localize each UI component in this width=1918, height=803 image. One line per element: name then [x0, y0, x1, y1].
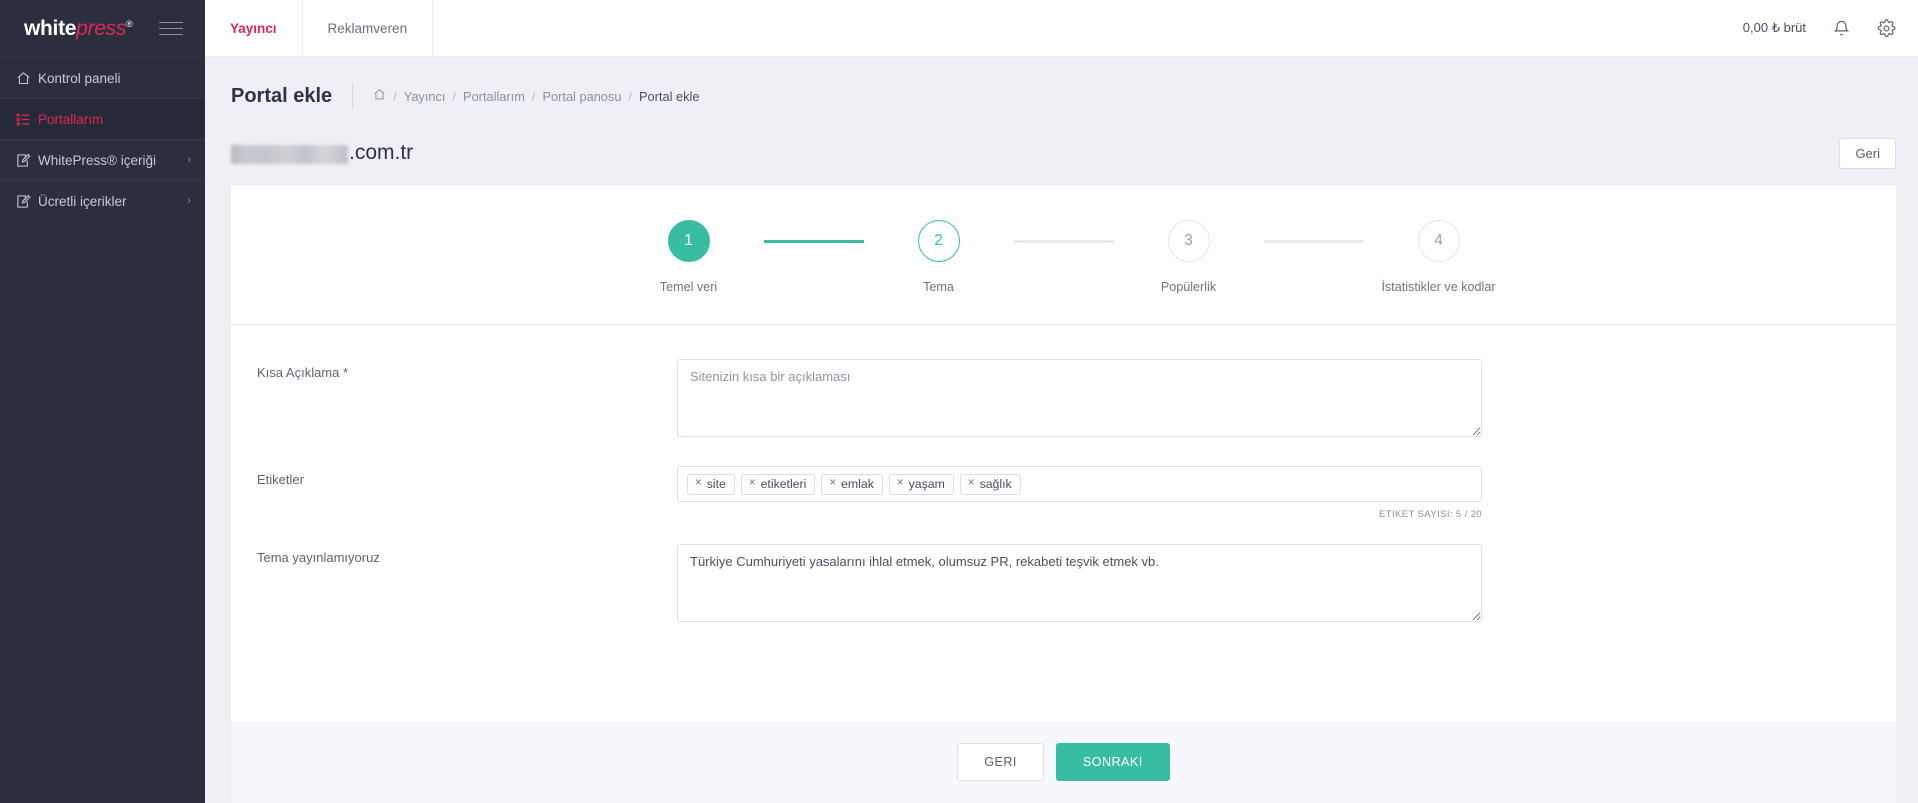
header-divider: [352, 83, 354, 109]
breadcrumb-separator: /: [393, 88, 397, 104]
tag-chip[interactable]: × site: [687, 473, 735, 495]
step-4-istatistikler-ve-kodlar[interactable]: 4 İstatistikler ve kodlar: [1364, 220, 1514, 294]
site-bar: .com.tr Geri: [205, 127, 1918, 173]
step-number: 2: [917, 220, 960, 262]
breadcrumb-separator: /: [628, 88, 632, 104]
step-2-tema[interactable]: 2 Tema: [864, 220, 1014, 294]
balance-amount: 0,00 ₺ brüt: [1742, 20, 1806, 35]
not-publishing-textarea[interactable]: Türkiye Cumhuriyeti yasalarını ihlal etm…: [677, 544, 1482, 622]
main-area: Yayıncı Reklamveren 0,00 ₺ brüt Portal e…: [205, 0, 1918, 803]
top-tab-label: Yayıncı: [230, 20, 277, 36]
wizard-form: Kısa Açıklama * Etiketler × site ×: [231, 325, 1896, 722]
sidebar-item-kontrol-paneli[interactable]: Kontrol paneli: [0, 57, 205, 98]
not-publishing-label: Tema yayınlamıyoruz: [257, 550, 380, 565]
field-row-not-publishing: Tema yayınlamıyoruz Türkiye Cumhuriyeti …: [231, 544, 1896, 627]
sidebar-item-label: Portallarım: [38, 111, 104, 127]
remove-tag-icon[interactable]: ×: [968, 477, 975, 490]
tag-chip[interactable]: × etiketleri: [740, 473, 816, 495]
step-connector-3: [1263, 239, 1364, 243]
wizard-footer: GERI SONRAKI: [231, 722, 1896, 803]
step-number: 1: [667, 220, 710, 262]
tags-label: Etiketler: [257, 472, 304, 487]
field-row-short-description: Kısa Açıklama *: [231, 359, 1896, 442]
breadcrumb-item-portal-panosu[interactable]: Portal panosu: [542, 89, 621, 104]
tag-chip[interactable]: × yaşam: [888, 473, 954, 495]
breadcrumb-item-yayinci[interactable]: Yayıncı: [404, 89, 446, 104]
tag-label: etiketleri: [760, 476, 807, 491]
field-row-tags: Etiketler × site × etiketleri × emlak × …: [231, 466, 1896, 520]
short-description-textarea[interactable]: [677, 359, 1482, 437]
remove-tag-icon[interactable]: ×: [829, 477, 836, 490]
remove-tag-icon[interactable]: ×: [695, 477, 702, 490]
tag-counter: ETIKET SAYISI: 5 / 20: [1379, 509, 1482, 520]
short-description-label: Kısa Açıklama *: [257, 365, 349, 380]
breadcrumb-item-portallarim[interactable]: Portallarım: [463, 89, 525, 104]
sidebar-item-label: Ücretli içerikler: [38, 193, 127, 209]
top-bar-right: 0,00 ₺ brüt: [1743, 0, 1918, 56]
tags-input[interactable]: × site × etiketleri × emlak × yaşam × sa…: [677, 466, 1482, 502]
page-title: Portal ekle: [231, 84, 333, 107]
step-connector-2: [1013, 239, 1114, 243]
step-connector-1: [763, 239, 864, 243]
sidebar-item-label: Kontrol paneli: [38, 70, 121, 86]
wizard-stepper: 1 Temel veri 2 Tema 3 Popülerlik 4 İstat…: [231, 186, 1896, 325]
hamburger-menu-icon[interactable]: [159, 17, 183, 40]
page-header: Portal ekle / Yayıncı / Portallarım / Po…: [205, 57, 1918, 127]
home-icon: [16, 71, 38, 86]
sidebar-item-whitepress-icerigi[interactable]: WhitePress® içeriği ›: [0, 139, 205, 180]
logo-text-press: press: [76, 17, 127, 40]
sidebar-item-portallarim[interactable]: Portallarım: [0, 98, 205, 139]
sidebar-item-label: WhitePress® içeriği: [38, 152, 156, 168]
sidebar-item-ucretli-icerikler[interactable]: Ücretli içerikler ›: [0, 180, 205, 221]
tag-chip[interactable]: × emlak: [821, 473, 883, 495]
top-tab-yayinci[interactable]: Yayıncı: [205, 0, 303, 56]
remove-tag-icon[interactable]: ×: [897, 477, 904, 490]
breadcrumb-item-current: Portal ekle: [639, 88, 700, 104]
step-label: Tema: [923, 280, 954, 294]
tag-label: yaşam: [908, 476, 945, 491]
next-button[interactable]: SONRAKI: [1055, 743, 1170, 781]
sidebar-brand-row: whitepress®: [0, 0, 205, 57]
edit-icon: [16, 194, 38, 209]
bell-icon[interactable]: [1832, 19, 1851, 38]
step-1-temel-veri[interactable]: 1 Temel veri: [614, 220, 764, 294]
home-icon[interactable]: [373, 88, 386, 104]
logo-registered-mark: ®: [126, 19, 133, 29]
top-bar: Yayıncı Reklamveren 0,00 ₺ brüt: [205, 0, 1918, 57]
breadcrumb: / Yayıncı / Portallarım / Portal panosu …: [373, 88, 699, 104]
sidebar: whitepress® Kontrol paneli Portallarım W…: [0, 0, 205, 803]
step-label: İstatistikler ve kodlar: [1381, 280, 1496, 294]
sidebar-nav: Kontrol paneli Portallarım WhitePress® i…: [0, 57, 205, 221]
step-number: 3: [1167, 220, 1210, 262]
top-tab-reklamveren[interactable]: Reklamveren: [303, 0, 434, 56]
breadcrumb-separator: /: [531, 88, 536, 104]
remove-tag-icon[interactable]: ×: [749, 477, 756, 490]
site-domain: .com.tr: [231, 141, 413, 165]
chevron-right-icon: ›: [187, 195, 191, 207]
gear-icon[interactable]: [1877, 18, 1896, 38]
step-label: Popülerlik: [1160, 280, 1217, 294]
top-tab-label: Reklamveren: [327, 20, 408, 36]
breadcrumb-separator: /: [452, 88, 457, 104]
site-domain-suffix: .com.tr: [349, 141, 414, 164]
list-icon: [16, 112, 38, 127]
step-label: Temel veri: [659, 280, 718, 294]
step-3-populerlik[interactable]: 3 Popülerlik: [1114, 220, 1264, 294]
logo-text-white: white: [24, 17, 77, 40]
back-button[interactable]: GERI: [957, 743, 1044, 781]
tag-label: emlak: [841, 476, 874, 491]
tag-label: site: [706, 476, 726, 491]
step-number: 4: [1417, 220, 1460, 262]
tag-label: sağlık: [979, 476, 1012, 491]
chevron-right-icon: ›: [187, 154, 191, 166]
edit-icon: [16, 153, 38, 168]
back-button-top[interactable]: Geri: [1839, 137, 1896, 169]
whitepress-logo[interactable]: whitepress®: [24, 17, 133, 40]
tag-chip[interactable]: × sağlık: [959, 473, 1021, 495]
wizard-card: 1 Temel veri 2 Tema 3 Popülerlik 4 İstat…: [231, 186, 1896, 803]
redacted-domain-block: [231, 144, 348, 164]
